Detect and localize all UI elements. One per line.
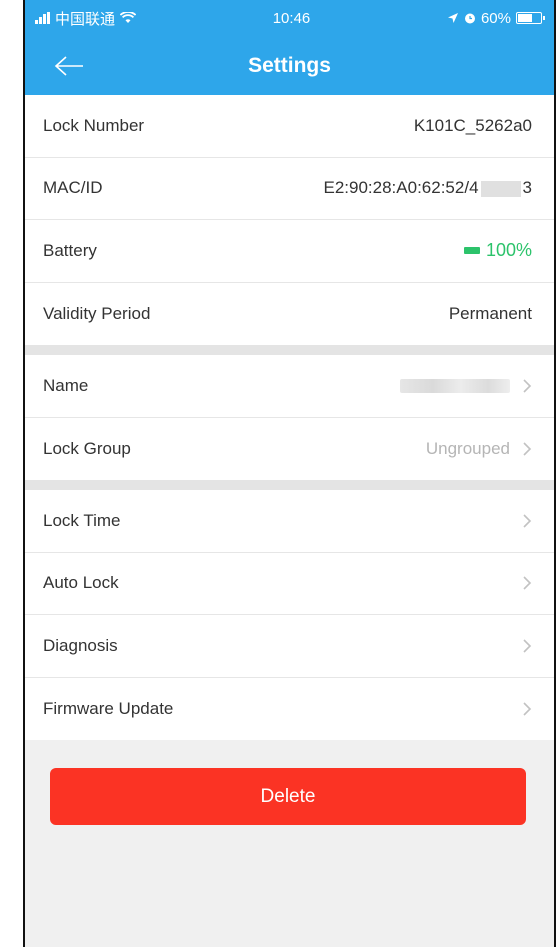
battery-level-icon	[463, 247, 480, 255]
name-row[interactable]: Name	[25, 355, 554, 418]
firmware-update-row[interactable]: Firmware Update	[25, 678, 554, 741]
firmware-update-label: Firmware Update	[43, 698, 174, 718]
chevron-right-icon	[522, 513, 532, 529]
lock-edit-section: Name Lock Group Ungrouped	[25, 355, 554, 480]
page-title: Settings	[248, 53, 331, 77]
lock-group-label: Lock Group	[43, 438, 131, 458]
diagnosis-row[interactable]: Diagnosis	[25, 615, 554, 678]
mac-id-label: MAC/ID	[43, 178, 103, 198]
mac-id-suffix: 3	[522, 178, 532, 198]
chevron-right-icon	[522, 701, 532, 717]
lock-time-label: Lock Time	[43, 510, 121, 530]
auto-lock-label: Auto Lock	[43, 573, 119, 593]
diagnosis-label: Diagnosis	[43, 635, 118, 655]
auto-lock-row[interactable]: Auto Lock	[25, 553, 554, 615]
name-label: Name	[43, 375, 89, 395]
back-arrow-icon	[54, 56, 83, 76]
carrier-name: 中国联通	[55, 10, 116, 28]
location-arrow-icon	[447, 13, 458, 23]
chevron-right-icon	[522, 575, 532, 591]
signal-icon	[35, 12, 50, 24]
alarm-clock-icon	[464, 13, 475, 24]
validity-period-value: Permanent	[448, 303, 532, 323]
lock-info-section: Lock Number K101C_5262a0 MAC/ID E2:90:28…	[25, 95, 554, 345]
battery-row: Battery 100%	[25, 220, 554, 283]
section-divider	[25, 345, 554, 355]
redacted-mask	[480, 180, 521, 197]
mac-id-value: E2:90:28:A0:62:52/4 3	[324, 178, 533, 198]
lock-time-row[interactable]: Lock Time	[25, 490, 554, 553]
validity-period-row: Validity Period Permanent	[25, 283, 554, 346]
chevron-right-icon	[522, 378, 532, 394]
battery-label: Battery	[43, 240, 97, 260]
lock-number-value: K101C_5262a0	[413, 115, 532, 135]
delete-button[interactable]: Delete	[50, 768, 526, 825]
status-bar: 中国联通 10:46 60%	[25, 0, 554, 36]
battery-icon	[516, 12, 545, 24]
back-button[interactable]	[49, 46, 89, 86]
chevron-right-icon	[522, 441, 532, 457]
section-divider	[25, 480, 554, 490]
phone-screen: 中国联通 10:46 60% Settings Lock Number K101…	[23, 0, 556, 947]
mac-id-prefix: E2:90:28:A0:62:52/4	[323, 178, 479, 198]
battery-value: 100%	[485, 240, 532, 261]
status-time: 10:46	[272, 9, 311, 27]
chevron-right-icon	[522, 638, 532, 654]
validity-period-label: Validity Period	[43, 303, 151, 323]
lock-settings-section: Lock Time Auto Lock Diagnosis Firmware U…	[25, 490, 554, 740]
battery-percent: 60%	[480, 9, 511, 27]
wifi-icon	[120, 12, 137, 23]
lock-number-label: Lock Number	[43, 115, 145, 135]
header: 中国联通 10:46 60% Settings	[25, 0, 554, 95]
mac-id-row: MAC/ID E2:90:28:A0:62:52/4 3	[25, 158, 554, 220]
name-value-blurred	[400, 378, 510, 393]
lock-group-row[interactable]: Lock Group Ungrouped	[25, 418, 554, 481]
nav-bar: Settings	[25, 36, 554, 95]
lock-group-value: Ungrouped	[425, 438, 510, 458]
lock-number-row: Lock Number K101C_5262a0	[25, 95, 554, 158]
